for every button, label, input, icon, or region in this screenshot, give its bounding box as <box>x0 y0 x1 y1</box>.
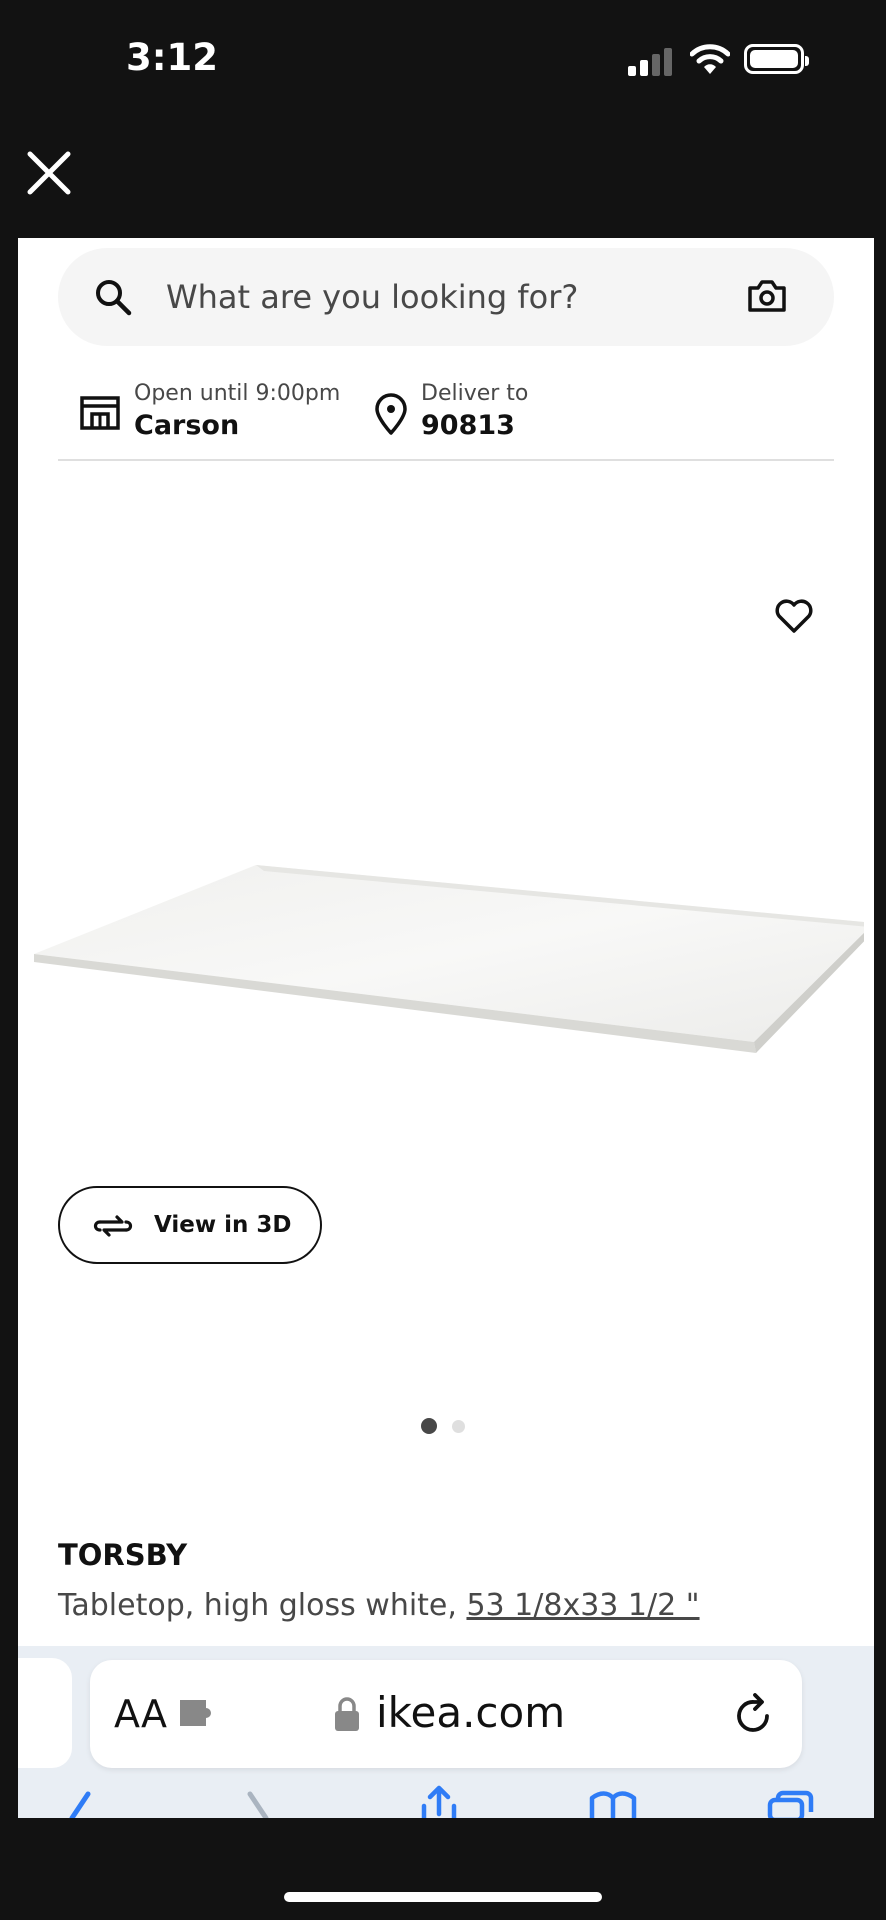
browser-toolbar: AA ikea.com <box>18 1646 874 1818</box>
status-time: 3:12 <box>126 36 219 79</box>
product-name[interactable]: TORSBY <box>58 1538 187 1572</box>
wifi-icon <box>690 44 730 74</box>
previous-tab-preview[interactable] <box>18 1658 72 1768</box>
location-pin-icon[interactable] <box>374 393 408 435</box>
forward-icon[interactable] <box>240 1784 290 1818</box>
store-hours[interactable]: Open until 9:00pm <box>134 381 340 406</box>
deliver-label[interactable]: Deliver to <box>421 381 528 406</box>
bookmarks-icon[interactable] <box>588 1784 638 1818</box>
battery-icon <box>744 44 809 74</box>
rotate-3d-icon <box>93 1215 133 1237</box>
lock-icon <box>335 1697 359 1731</box>
deliver-zip[interactable]: 90813 <box>421 410 515 441</box>
store-icon[interactable] <box>80 394 120 430</box>
search-bar[interactable]: What are you looking for? <box>58 248 834 346</box>
view-in-3d-button[interactable]: View in 3D <box>58 1186 322 1264</box>
tabs-icon[interactable] <box>766 1784 816 1818</box>
store-name[interactable]: Carson <box>134 410 239 441</box>
camera-icon[interactable] <box>746 276 788 316</box>
search-input[interactable]: What are you looking for? <box>166 278 578 316</box>
product-description-text: Tabletop, high gloss white, <box>58 1588 467 1623</box>
carousel-dot-active[interactable] <box>421 1418 437 1434</box>
share-icon[interactable] <box>414 1784 464 1818</box>
web-page: What are you looking for? Open until 9:0… <box>18 238 874 1818</box>
extension-icon[interactable] <box>178 1696 220 1730</box>
heart-icon[interactable] <box>774 598 814 634</box>
product-description: Tabletop, high gloss white, 53 1/8x33 1/… <box>58 1588 700 1623</box>
back-icon[interactable] <box>58 1784 108 1818</box>
product-image[interactable] <box>34 865 864 1055</box>
carousel-dot[interactable] <box>452 1420 465 1433</box>
url-domain[interactable]: ikea.com <box>376 1688 565 1737</box>
product-dimensions-link[interactable]: 53 1/8x33 1/2 " <box>466 1588 699 1623</box>
home-indicator <box>284 1892 602 1902</box>
view-in-3d-label: View in 3D <box>154 1212 292 1238</box>
divider <box>58 459 834 461</box>
close-icon[interactable] <box>26 150 72 196</box>
reader-settings-button[interactable]: AA <box>114 1692 167 1736</box>
search-icon <box>96 280 132 316</box>
reload-icon[interactable] <box>734 1692 774 1736</box>
cellular-signal-icon <box>628 46 674 76</box>
address-bar[interactable]: AA ikea.com <box>90 1660 802 1768</box>
